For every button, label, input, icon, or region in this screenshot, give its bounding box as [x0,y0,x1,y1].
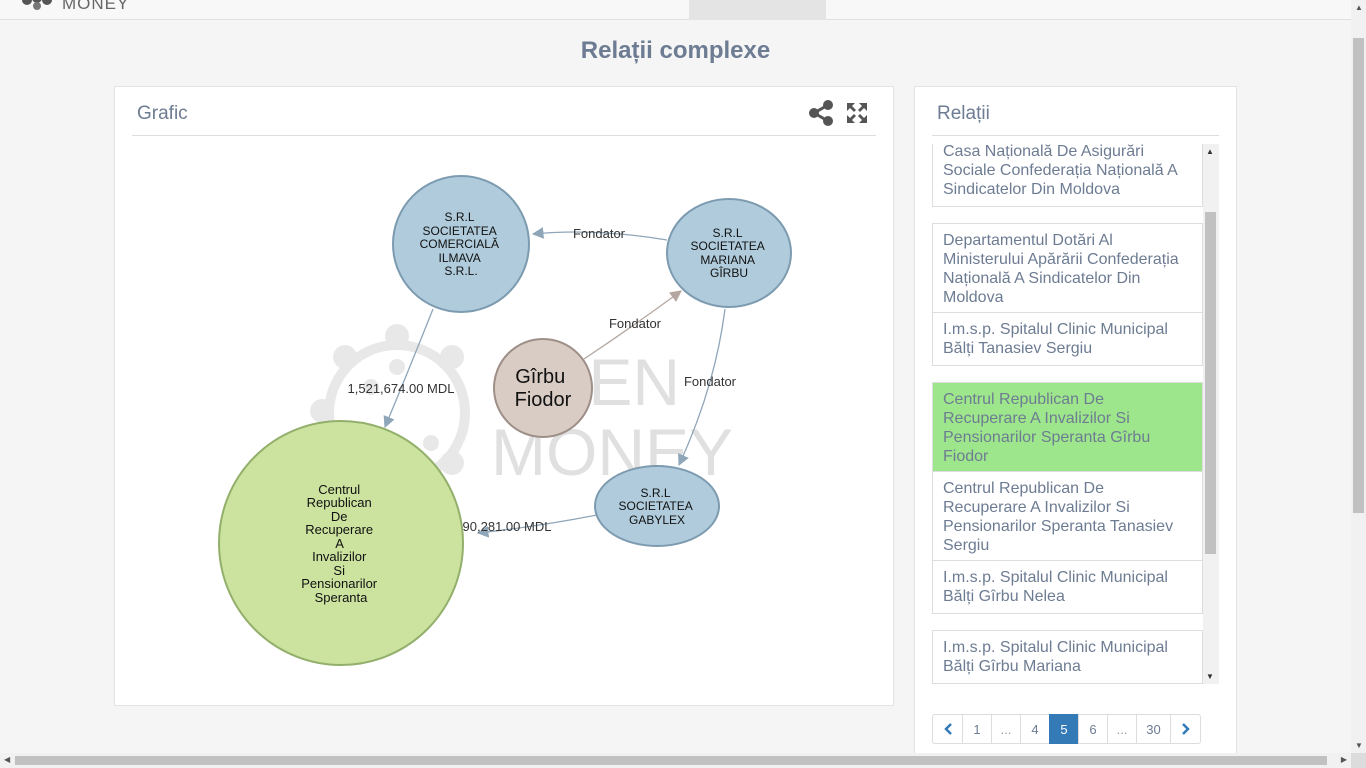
page-button[interactable]: 30 [1136,714,1171,744]
nav-item-active[interactable] [689,0,826,20]
relations-panel-title: Relații [937,103,990,124]
scroll-down-icon[interactable]: ▼ [1355,741,1363,750]
pagination-prev-button[interactable] [932,714,963,744]
edge-label-mariana-gabylex: Fondator [684,374,737,389]
relations-panel-heading: Relații [932,87,1219,136]
list-item[interactable]: I.m.s.p. Spitalul Clinic Municipal Bălți… [932,630,1203,684]
edge-label-person-mariana: Fondator [609,316,662,331]
list-item[interactable]: I.m.s.p. Spitalul Clinic Municipal Bălți… [932,312,1203,366]
node-label-person: Gîrbu Fiodor [515,366,572,411]
page-vertical-scrollbar[interactable]: ▲ ▼ [1351,0,1366,753]
scrollbar-corner [1351,753,1366,768]
relations-graph[interactable]: OPEN MONEY Fondator Fondator Fondator 1,… [115,87,893,705]
navbar: MONEY [0,0,1351,20]
relations-list[interactable]: Casa Națională De Asigurări Sociale Conf… [932,144,1203,684]
scroll-up-icon[interactable]: ▲ [1355,3,1363,12]
scroll-up-icon[interactable]: ▲ [1206,147,1214,156]
scroll-down-icon[interactable]: ▼ [1206,672,1214,681]
scroll-right-icon[interactable]: ▶ [1341,755,1347,764]
list-item[interactable]: Departamentul Dotări Al Ministerului Apă… [932,223,1203,315]
pagination: 1 ... 4 5 6 ... 30 [932,714,1201,744]
list-item[interactable]: Casa Națională De Asigurări Sociale Conf… [932,144,1203,207]
page-ellipsis: ... [1107,714,1137,744]
list-item-active[interactable]: Centrul Republican De Recuperare A Inval… [932,382,1203,474]
chevron-left-icon [943,723,952,735]
edge-label-ilmava-centru: 1,521,674.00 MDL [348,381,455,396]
page-horizontal-scroll-thumb[interactable] [15,756,1327,765]
list-item[interactable]: I.m.s.p. Spitalul Clinic Municipal Bălți… [932,560,1203,614]
graph-node-mariana[interactable]: S.R.L SOCIETATEA MARIANA GÎRBU [666,198,792,308]
chevron-right-icon [1181,723,1190,735]
edge-label-gabylex-centru: 90,281.00 MDL [463,519,552,534]
scroll-left-icon[interactable]: ◀ [4,755,10,764]
relations-scroll-thumb[interactable] [1205,212,1216,554]
graph-panel: OPEN MONEY Fondator Fondator Fondator 1,… [114,86,894,706]
graph-panel-heading: Grafic [132,87,876,136]
graph-node-ilmava[interactable]: S.R.L SOCIETATEA COMERCIALĂ ILMAVA S.R.L… [392,175,530,313]
brand-logo-text[interactable]: MONEY [62,0,129,14]
relations-panel: Relații Casa Națională De Asigurări Soci… [914,86,1237,756]
molecule-logo-icon[interactable] [18,0,56,14]
page-horizontal-scrollbar[interactable]: ◀ ▶ [0,753,1351,768]
graph-node-person[interactable]: Gîrbu Fiodor [493,338,593,438]
expand-icon[interactable] [843,99,871,127]
relations-scrollbar[interactable]: ▲ ▼ [1203,144,1219,684]
page-title: Relații complexe [580,37,771,64]
list-item[interactable]: Centrul Republican De Recuperare A Inval… [932,471,1203,563]
pagination-next-button[interactable] [1170,714,1201,744]
page-button[interactable]: 4 [1020,714,1050,744]
page-button-current[interactable]: 5 [1049,714,1079,744]
edge-label-mariana-ilmava: Fondator [573,226,626,241]
graph-node-centru[interactable]: Centrul Republican De Recuperare A Inval… [218,420,464,666]
page-button[interactable]: 6 [1078,714,1108,744]
graph-node-gabylex[interactable]: S.R.L SOCIETATEA GABYLEX [594,465,720,547]
share-icon[interactable] [807,99,835,127]
page-vertical-scroll-thumb[interactable] [1353,38,1364,513]
graph-panel-title: Grafic [137,103,188,124]
page-ellipsis: ... [991,714,1021,744]
page-button[interactable]: 1 [962,714,992,744]
